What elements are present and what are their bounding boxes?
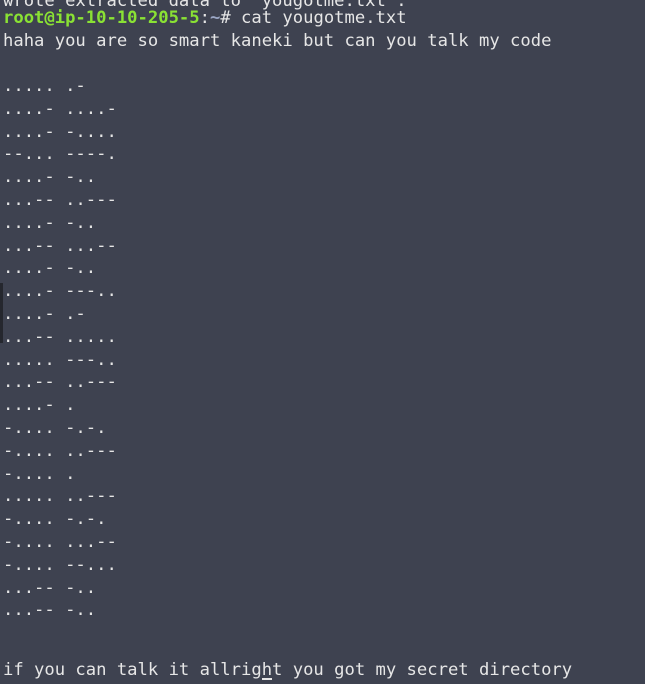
prompt-path: ~ [209,8,221,28]
morse-line: ...-- ..--- [3,372,117,393]
morse-line: ...-- -.. [3,600,97,621]
morse-line: -.... -.-. [3,418,107,438]
morse-line: ...-- ...-- [3,235,117,256]
morse-line: ....- ---.. [3,281,117,302]
morse-line: ....- -.. [3,212,97,233]
morse-line: ....- .- [3,304,86,324]
morse-line: -.... --... [3,554,117,575]
prompt-separator: : [199,8,210,28]
morse-line: -.... -.-. [3,509,107,530]
text-cursor [262,678,272,680]
morse-line: ...-- -.. [3,577,97,598]
window-edge-handle [0,283,3,343]
morse-line: ....- -.... [3,121,117,142]
morse-line: -.... . [3,463,76,484]
morse-line: ..... ---.. [3,349,117,370]
terminal-window[interactable]: wrote extracted data to "yougotme.txt". … [0,0,645,684]
prompt-command: cat yougotme.txt [241,8,407,28]
morse-line: ..... .- [3,76,86,96]
morse-line: ...-- ..... [3,326,117,347]
output-final-line: if you can talk it allright you got my s… [3,660,573,680]
morse-line: -.... ...-- [3,532,117,552]
prompt-user-host: root@ip-10-10-205-5 [3,8,200,28]
morse-line: ..... ..--- [3,486,117,507]
morse-line: ....- . [3,395,76,416]
output-message-line: haha you are so smart kaneki but can you… [3,31,552,51]
morse-line: -.... ..--- [3,440,117,461]
morse-line: ....- ....- [3,98,117,119]
morse-line: --... ----. [3,144,117,165]
command-prompt-line: root@ip-10-10-205-5:~# cat yougotme.txt [3,7,407,30]
morse-line: ....- -.. [3,258,97,279]
morse-line: ...-- ..--- [3,190,117,210]
prompt-symbol: # [220,8,242,28]
morse-line: ....- -.. [3,167,97,188]
